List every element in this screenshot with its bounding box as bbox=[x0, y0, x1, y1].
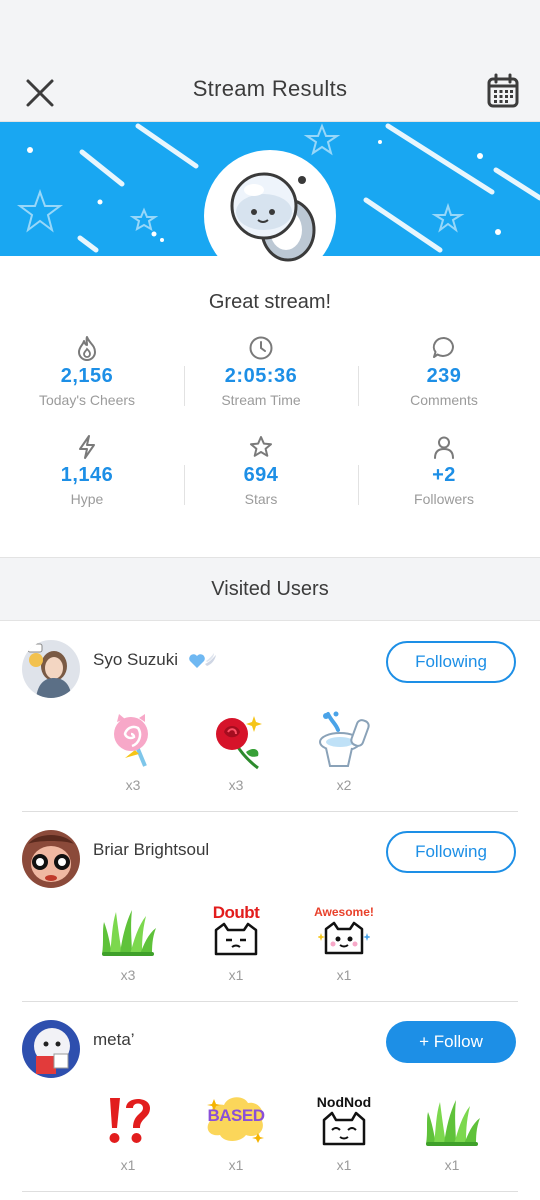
stat-hype: 1,146 Hype bbox=[0, 430, 174, 529]
user-avatar-image bbox=[22, 830, 80, 888]
gift-count: x1 bbox=[120, 1157, 136, 1173]
gift-item: NodNod x1 bbox=[309, 1088, 379, 1173]
stat-value: 239 bbox=[426, 365, 462, 387]
nodnod-cat-sticker-icon bbox=[322, 1111, 366, 1146]
gift-item: x1 bbox=[93, 1088, 163, 1173]
status-bar-area bbox=[0, 0, 540, 62]
awesome-cat-sticker-icon bbox=[318, 921, 370, 955]
sticker-text: BASED bbox=[207, 1106, 265, 1125]
stat-label: Hype bbox=[70, 491, 104, 507]
stat-value: 1,146 bbox=[60, 464, 114, 486]
user-name[interactable]: Briar Brightsoul bbox=[93, 840, 209, 860]
gift-item: Doubt x1 bbox=[201, 898, 271, 984]
user-name[interactable]: Syo Suzuki bbox=[93, 650, 178, 670]
gift-count: x3 bbox=[125, 777, 141, 793]
sticker-text: NodNod bbox=[316, 1094, 372, 1110]
calendar-icon bbox=[487, 73, 519, 108]
stat-value: 2:05:36 bbox=[224, 365, 298, 387]
star-icon bbox=[250, 436, 272, 457]
doubt-cat-sticker-icon bbox=[214, 922, 258, 956]
gift-item: x3 bbox=[93, 898, 163, 983]
grass-icon bbox=[426, 1100, 480, 1146]
interrobang-icon bbox=[109, 1098, 150, 1143]
grass-icon bbox=[102, 910, 156, 956]
user-card-meta: meta’ + Follow x1 BASED x1 NodNod x1 x1 bbox=[22, 1002, 518, 1192]
fire-icon bbox=[78, 336, 96, 361]
avatar[interactable] bbox=[22, 640, 80, 698]
rose-icon bbox=[216, 716, 262, 770]
gift-item: x3 bbox=[98, 708, 168, 793]
toilet-icon bbox=[319, 711, 370, 767]
stat-value: 2,156 bbox=[60, 365, 114, 387]
stats-grid: 2,156 Today's Cheers 2:05:36 Stream Time… bbox=[0, 331, 540, 529]
user-avatar-image bbox=[22, 640, 80, 698]
summary-section: Great stream! 2,156 Today's Cheers 2:05:… bbox=[0, 256, 540, 529]
gift-item: x3 bbox=[201, 708, 271, 793]
summary-message: Great stream! bbox=[208, 291, 332, 313]
follow-button[interactable]: + Follow bbox=[386, 1021, 516, 1063]
stat-label: Stream Time bbox=[221, 392, 301, 408]
stat-followers: +2 Followers bbox=[348, 430, 540, 529]
gift-count: x1 bbox=[444, 1157, 460, 1173]
user-card-briar-brightsoul: Briar Brightsoul Following x3 Doubt x1 A… bbox=[22, 812, 518, 1002]
lollipop-icon bbox=[114, 714, 148, 767]
gift-count: x1 bbox=[336, 1157, 352, 1173]
sticker-text: Doubt bbox=[212, 903, 260, 922]
gift-count: x3 bbox=[120, 967, 136, 983]
gift-item: x1 bbox=[417, 1088, 487, 1173]
gift-count: x1 bbox=[228, 967, 244, 983]
gift-count: x1 bbox=[336, 967, 352, 983]
stat-label: Today's Cheers bbox=[38, 392, 136, 408]
gift-item: x2 bbox=[309, 708, 379, 793]
lightning-icon bbox=[79, 435, 95, 459]
avatar[interactable] bbox=[22, 830, 80, 888]
gift-count: x3 bbox=[228, 777, 244, 793]
stat-label: Comments bbox=[410, 392, 478, 408]
mascot-icon bbox=[230, 172, 316, 262]
gift-count: x1 bbox=[228, 1157, 244, 1173]
gift-count: x2 bbox=[336, 777, 352, 793]
clock-icon bbox=[249, 336, 273, 360]
stat-value: 694 bbox=[243, 464, 279, 486]
following-button[interactable]: Following bbox=[386, 641, 516, 683]
user-avatar-image bbox=[22, 1020, 80, 1078]
gift-item: Awesome! x1 bbox=[309, 898, 379, 983]
gift-item: BASED x1 bbox=[201, 1088, 271, 1173]
comment-icon bbox=[432, 336, 454, 358]
person-icon bbox=[434, 436, 454, 459]
stats-row-1: 2,156 Today's Cheers 2:05:36 Stream Time… bbox=[0, 331, 540, 430]
stat-stars: 694 Stars bbox=[174, 430, 348, 529]
avatar[interactable] bbox=[22, 1020, 80, 1078]
calendar-button[interactable] bbox=[486, 73, 520, 109]
top-bar: Stream Results bbox=[0, 62, 540, 122]
stat-value: +2 bbox=[432, 464, 456, 486]
divider bbox=[184, 366, 185, 406]
stat-cheers: 2,156 Today's Cheers bbox=[0, 331, 174, 430]
streamer-avatar bbox=[204, 150, 336, 282]
stat-label: Stars bbox=[244, 491, 278, 507]
stat-label: Followers bbox=[414, 491, 474, 507]
divider bbox=[184, 465, 185, 505]
following-button[interactable]: Following bbox=[386, 831, 516, 873]
page-title: Stream Results bbox=[192, 76, 348, 101]
visited-users-header: Visited Users bbox=[0, 557, 540, 621]
stat-comments: 239 Comments bbox=[348, 331, 540, 430]
section-title: Visited Users bbox=[211, 578, 329, 600]
stat-stream-time: 2:05:36 Stream Time bbox=[174, 331, 348, 430]
divider bbox=[358, 366, 359, 406]
sticker-text: Awesome! bbox=[314, 905, 374, 919]
user-card-syo-suzuki: Syo Suzuki Following x3 x3 x2 bbox=[22, 622, 518, 812]
heart-wings-badge-icon bbox=[189, 653, 216, 668]
divider bbox=[358, 465, 359, 505]
stats-row-2: 1,146 Hype 694 Stars +2 Followers bbox=[0, 430, 540, 529]
user-name[interactable]: meta’ bbox=[93, 1030, 135, 1050]
